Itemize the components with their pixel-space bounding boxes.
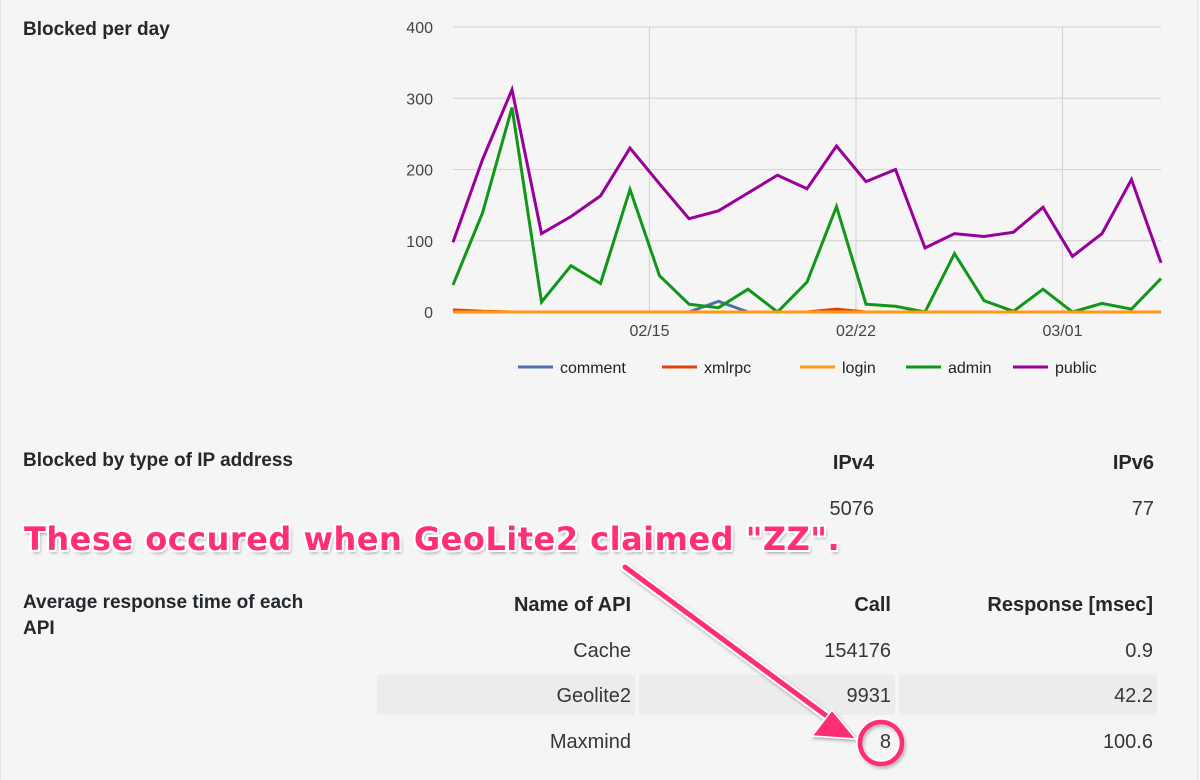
- legend-item-public[interactable]: public: [1013, 360, 1097, 377]
- legend-label: xmlrpc: [704, 360, 751, 377]
- ip-header-ipv4: IPv4: [832, 452, 874, 474]
- api-header-response: Response [msec]: [987, 594, 1153, 616]
- series-line-public: [451, 84, 1163, 264]
- x-axis-ticks: 02/15 02/22 03/01: [629, 323, 1082, 340]
- y-axis-ticks: 0 100 200 300 400: [406, 20, 433, 322]
- ip-value-ipv6: 77: [1131, 498, 1154, 520]
- x-tick-label: 02/15: [629, 323, 669, 340]
- api-name: Maxmind: [549, 731, 631, 753]
- ip-header-ipv6: IPv6: [1112, 452, 1154, 474]
- x-tick-label: 02/22: [836, 323, 876, 340]
- legend-label: comment: [560, 360, 626, 377]
- y-tick-label: 400: [406, 20, 433, 37]
- api-name: Cache: [573, 640, 631, 662]
- chart-legend: comment xmlrpc login admin public: [518, 360, 1097, 377]
- api-header-name: Name of API: [513, 594, 631, 616]
- api-call: 8: [879, 731, 891, 753]
- y-tick-label: 0: [424, 305, 433, 322]
- legend-item-xmlrpc[interactable]: xmlrpc: [662, 360, 751, 377]
- x-tick-label: 03/01: [1042, 323, 1082, 340]
- series-line-comment: [453, 299, 1161, 314]
- api-header-call: Call: [854, 594, 891, 616]
- legend-label: admin: [948, 360, 992, 377]
- y-tick-label: 300: [406, 91, 433, 108]
- api-name: Geolite2: [556, 685, 632, 707]
- section-title-blocked-by-ip-type: Blocked by type of IP address: [23, 450, 293, 471]
- y-tick-label: 100: [406, 234, 433, 251]
- legend-item-admin[interactable]: admin: [906, 360, 992, 377]
- api-response: 0.9: [1125, 640, 1153, 662]
- api-response: 100.6: [1102, 731, 1153, 753]
- legend-item-comment[interactable]: comment: [518, 360, 626, 377]
- legend-label: login: [842, 360, 876, 377]
- annotation-callout-text: These occured when GeoLite2 claimed "ZZ"…: [24, 520, 841, 558]
- legend-item-login[interactable]: login: [800, 360, 876, 377]
- legend-label: public: [1055, 360, 1097, 377]
- section-title-average-response: Average response time of each API: [23, 592, 304, 639]
- api-call: 9931: [846, 685, 892, 707]
- y-tick-label: 200: [406, 163, 433, 180]
- chart-series: [451, 84, 1163, 314]
- api-call: 154176: [824, 640, 891, 662]
- blocked-per-day-chart: 0 100 200 300 400 02/15 02/22 03/01 comment xml…: [406, 20, 1163, 377]
- series-line-admin: [451, 107, 1163, 314]
- api-response: 42.2: [1114, 685, 1153, 707]
- chart-gridlines: [453, 26, 1161, 313]
